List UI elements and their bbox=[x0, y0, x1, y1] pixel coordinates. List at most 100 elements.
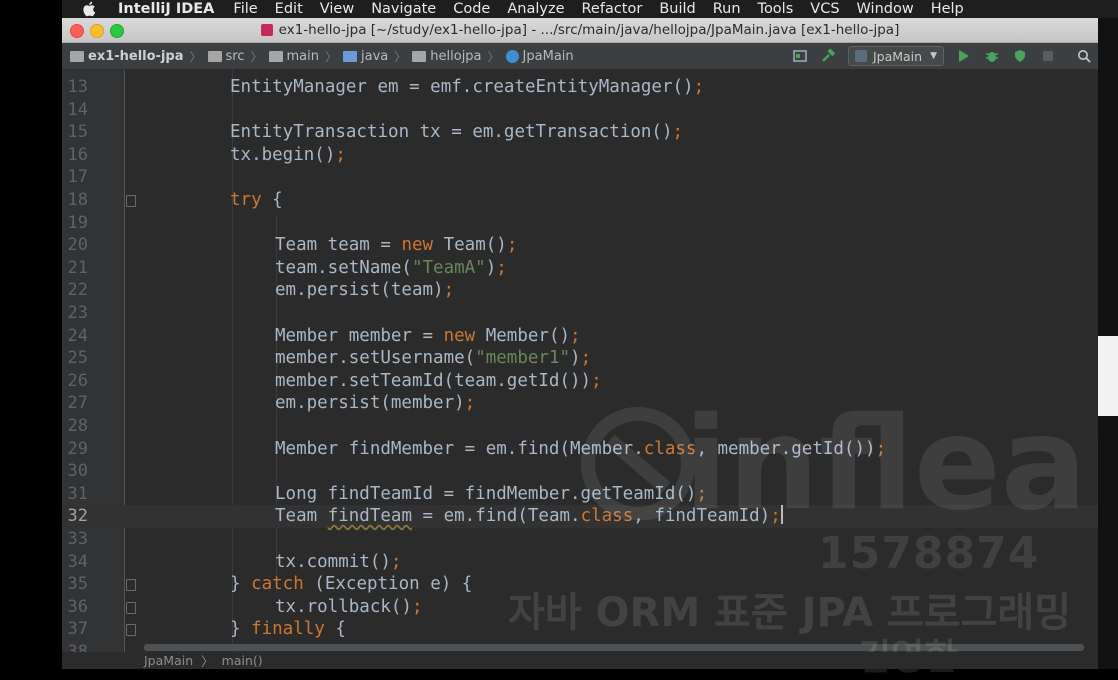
menu-tools[interactable]: Tools bbox=[758, 1, 794, 17]
code-text: } finally { bbox=[230, 619, 346, 640]
chevron-right-icon: 〉 bbox=[201, 654, 214, 669]
line-number: 32 bbox=[67, 506, 88, 527]
toolbar: JpaMain ▼ bbox=[786, 43, 1098, 69]
code-line: 18 try { bbox=[62, 189, 1098, 212]
apple-icon[interactable] bbox=[82, 1, 98, 17]
menu-refactor[interactable]: Refactor bbox=[582, 1, 643, 17]
line-number: 35 bbox=[67, 574, 88, 595]
menu-app-name[interactable]: IntelliJ IDEA bbox=[118, 1, 214, 17]
line-number: 19 bbox=[67, 212, 88, 233]
breadcrumb-src[interactable]: src bbox=[207, 49, 245, 64]
line-number: 31 bbox=[67, 483, 88, 504]
line-number: 21 bbox=[67, 257, 88, 278]
menu-navigate[interactable]: Navigate bbox=[371, 1, 436, 17]
run-icon[interactable] bbox=[956, 48, 972, 64]
intellij-project-icon bbox=[260, 24, 273, 36]
code-text: tx.rollback(); bbox=[275, 596, 423, 617]
chevron-down-icon: ▼ bbox=[930, 51, 937, 61]
code-line: 15 EntityTransaction tx = em.getTransact… bbox=[62, 121, 1098, 144]
folder-icon bbox=[207, 50, 222, 62]
line-number: 16 bbox=[67, 144, 88, 165]
run-configuration-select[interactable]: JpaMain ▼ bbox=[847, 46, 944, 66]
line-number: 33 bbox=[67, 529, 88, 549]
background-window-fragment bbox=[1098, 336, 1118, 416]
window-title-bar: ex1-hello-jpa [~/study/ex1-hello-jpa] - … bbox=[62, 18, 1098, 43]
package-icon bbox=[412, 50, 427, 62]
project-folder-icon bbox=[70, 50, 84, 62]
code-text: member.setUsername("member1"); bbox=[275, 348, 592, 369]
breadcrumb-project[interactable]: ex1-hello-jpa bbox=[70, 49, 184, 64]
stop-icon[interactable] bbox=[1040, 48, 1056, 64]
line-number: 34 bbox=[67, 551, 88, 572]
line-number: 27 bbox=[67, 393, 88, 414]
line-number: 38 bbox=[67, 642, 88, 652]
code-text: team.setName("TeamA"); bbox=[275, 257, 507, 278]
breadcrumb-jpamain[interactable]: JpaMain bbox=[505, 49, 574, 64]
line-number: 20 bbox=[67, 235, 88, 256]
menu-edit[interactable]: Edit bbox=[275, 1, 303, 17]
coverage-shield-icon[interactable] bbox=[1012, 48, 1028, 64]
code-line: 13 EntityManager em = emf.createEntityMa… bbox=[62, 76, 1098, 99]
debug-bug-icon[interactable] bbox=[984, 48, 1000, 64]
code-text: try { bbox=[230, 190, 283, 210]
java-class-icon bbox=[505, 49, 519, 63]
fold-marker-icon[interactable] bbox=[126, 579, 136, 592]
fold-marker-icon[interactable] bbox=[126, 624, 136, 637]
menu-analyze[interactable]: Analyze bbox=[507, 1, 564, 17]
application-config-icon bbox=[854, 50, 867, 62]
fold-marker-icon[interactable] bbox=[126, 195, 136, 207]
menu-run[interactable]: Run bbox=[713, 1, 741, 17]
breadcrumb-class[interactable]: JpaMain bbox=[144, 653, 193, 668]
code-text: EntityTransaction tx = em.getTransaction… bbox=[230, 122, 684, 143]
screen-right-border bbox=[1098, 18, 1118, 669]
source-folder-icon bbox=[343, 50, 358, 62]
line-number: 17 bbox=[67, 167, 88, 188]
line-number: 37 bbox=[67, 619, 88, 640]
menu-build[interactable]: Build bbox=[659, 1, 695, 17]
code-line: 14 bbox=[62, 99, 1098, 122]
line-number: 26 bbox=[67, 370, 88, 391]
code-text: em.persist(team); bbox=[275, 280, 455, 301]
svg-text:inflearn: inflearn bbox=[684, 400, 1098, 520]
breadcrumb-method[interactable]: main() bbox=[222, 653, 263, 668]
code-line: 21 team.setName("TeamA"); bbox=[62, 257, 1098, 280]
code-text: } catch (Exception e) { bbox=[230, 574, 473, 595]
minimize-window-button[interactable] bbox=[90, 24, 104, 38]
code-line: 20 Team team = new Team(); bbox=[62, 234, 1098, 257]
code-text: em.persist(member); bbox=[275, 393, 476, 414]
screen-left-border bbox=[0, 0, 62, 669]
zoom-window-button[interactable] bbox=[110, 24, 124, 38]
chevron-right-icon: 〉 bbox=[487, 49, 500, 64]
build-hammer-icon[interactable] bbox=[820, 48, 836, 64]
line-number: 15 bbox=[67, 122, 88, 143]
code-line: 22 em.persist(team); bbox=[62, 279, 1098, 302]
menu-window[interactable]: Window bbox=[857, 1, 914, 17]
chevron-right-icon: 〉 bbox=[250, 49, 263, 64]
menu-help[interactable]: Help bbox=[931, 1, 964, 17]
menu-view[interactable]: View bbox=[320, 1, 354, 17]
line-number: 22 bbox=[67, 280, 88, 301]
search-icon[interactable] bbox=[1076, 48, 1092, 64]
line-number: 36 bbox=[67, 596, 88, 617]
code-text: EntityManager em = emf.createEntityManag… bbox=[230, 77, 705, 97]
line-number: 24 bbox=[67, 325, 88, 346]
code-line: 25 member.setUsername("member1"); bbox=[62, 347, 1098, 370]
breadcrumb-java[interactable]: java bbox=[343, 49, 388, 64]
breadcrumb-main[interactable]: main bbox=[268, 49, 319, 64]
close-window-button[interactable] bbox=[70, 24, 84, 38]
menu-code[interactable]: Code bbox=[453, 1, 490, 17]
menu-vcs[interactable]: VCS bbox=[810, 1, 839, 17]
code-line: 26 member.setTeamId(team.getId()); bbox=[62, 370, 1098, 393]
fold-marker-icon[interactable] bbox=[126, 601, 136, 614]
line-number: 30 bbox=[67, 461, 88, 482]
project-structure-icon[interactable] bbox=[792, 48, 808, 64]
code-text: Team team = new Team(); bbox=[275, 235, 518, 256]
folder-icon bbox=[268, 50, 283, 62]
editor-breadcrumb-bar: JpaMain 〉 main() bbox=[62, 652, 1098, 669]
line-number: 13 bbox=[67, 77, 88, 97]
code-text: tx.commit(); bbox=[275, 551, 402, 572]
breadcrumb-hellojpa[interactable]: hellojpa bbox=[412, 49, 482, 64]
menu-file[interactable]: File bbox=[233, 1, 257, 17]
watermark-course-title: 자바 ORM 표준 JPA 프로그래밍 bbox=[508, 590, 1071, 636]
chevron-right-icon: 〉 bbox=[394, 49, 407, 64]
